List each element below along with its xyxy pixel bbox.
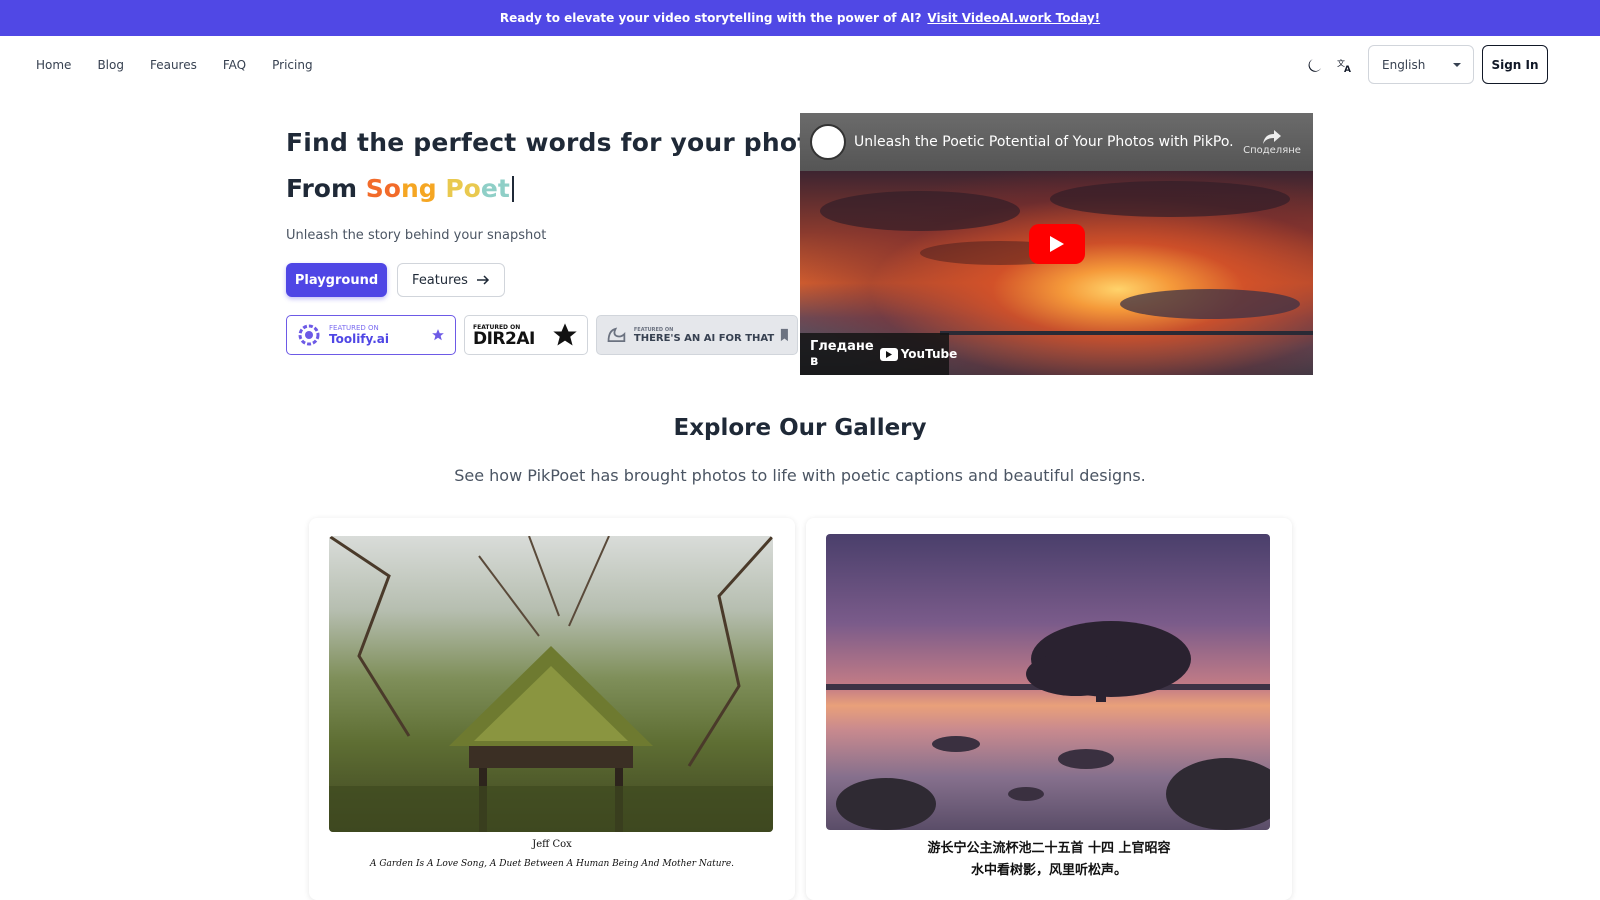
card-author: 游长宁公主流杯池二十五首 十四 上官昭容 bbox=[927, 841, 1171, 856]
language-select[interactable]: English bbox=[1368, 45, 1474, 84]
banner-link[interactable]: Visit VideoAI.work Today! bbox=[927, 11, 1100, 25]
toolify-badge-name: Toolify.ai bbox=[329, 332, 390, 346]
nav-pricing[interactable]: Pricing bbox=[272, 58, 312, 72]
nav-home[interactable]: Home bbox=[36, 58, 71, 72]
features-button[interactable]: Features bbox=[397, 263, 505, 297]
hero-highlight-part: So bbox=[365, 174, 401, 203]
gallery-title: Explore Our Gallery bbox=[673, 415, 927, 441]
youtube-wordmark: YouTube bbox=[900, 347, 958, 361]
youtube-logo-icon: YouTube bbox=[879, 347, 958, 361]
dir2ai-badge[interactable]: FEATURED ON DIR2AI bbox=[464, 315, 588, 355]
toolify-logo-icon bbox=[298, 324, 320, 346]
card-caption: A Garden Is A Love Song, A Duet Between … bbox=[369, 859, 735, 869]
aift-badge-name: THERE'S AN AI FOR THAT bbox=[633, 332, 775, 344]
svg-text:A: A bbox=[1344, 65, 1351, 73]
card-caption: 水中看树影，风里听松声。 bbox=[970, 863, 1127, 878]
star-icon bbox=[553, 323, 577, 346]
moon-icon[interactable] bbox=[1304, 54, 1326, 76]
star-icon bbox=[432, 329, 444, 341]
card-author: Jeff Cox bbox=[532, 839, 572, 850]
gallery-photo-mangrove bbox=[826, 534, 1270, 830]
gallery-photo-pavilion bbox=[329, 536, 773, 832]
nav-features[interactable]: Feaures bbox=[150, 58, 197, 72]
nav-links: Home Blog Feaures FAQ Pricing bbox=[36, 36, 313, 94]
hero-highlight-part: et bbox=[480, 174, 510, 203]
hero-highlight-part: Po bbox=[436, 174, 481, 203]
hero-title: Find the perfect words for your photos bbox=[286, 128, 842, 157]
sign-in-button[interactable]: Sign In bbox=[1482, 45, 1548, 84]
play-button[interactable] bbox=[1029, 224, 1085, 264]
dir2ai-badge-name: DIR2AI bbox=[473, 328, 535, 349]
share-button[interactable]: Споделяне bbox=[1241, 129, 1303, 156]
share-icon bbox=[1263, 129, 1281, 144]
language-value: English bbox=[1382, 57, 1426, 72]
channel-avatar[interactable] bbox=[810, 124, 846, 160]
nav-blog[interactable]: Blog bbox=[97, 58, 124, 72]
playground-button[interactable]: Playground bbox=[286, 263, 387, 297]
chevron-down-icon bbox=[1453, 62, 1461, 67]
youtube-embed[interactable]: Unleash the Poetic Potential of Your Pho… bbox=[800, 113, 1313, 375]
gallery-subtitle: See how PikPoet has brought photos to li… bbox=[454, 466, 1146, 485]
hero-subtitle: From So ng Po et bbox=[286, 174, 514, 203]
typing-cursor bbox=[511, 175, 514, 202]
features-button-label: Features bbox=[412, 272, 468, 288]
arrow-right-icon bbox=[476, 275, 490, 285]
banner-text: Ready to elevate your video storytelling… bbox=[499, 11, 922, 25]
video-title[interactable]: Unleash the Poetic Potential of Your Pho… bbox=[854, 134, 1233, 150]
hero-highlight-part: ng bbox=[400, 174, 437, 203]
bookmark-icon bbox=[781, 328, 789, 342]
toolify-badge[interactable]: FEATURED ON Toolify.ai bbox=[286, 315, 456, 355]
nav-actions: 文 A English Sign In bbox=[1304, 45, 1548, 84]
translate-icon[interactable]: 文 A bbox=[1334, 54, 1356, 76]
nav-faq[interactable]: FAQ bbox=[223, 58, 246, 72]
share-label: Споделяне bbox=[1243, 144, 1301, 156]
video-header: Unleash the Poetic Potential of Your Pho… bbox=[800, 113, 1313, 171]
aift-logo-icon bbox=[607, 327, 626, 343]
gallery-card[interactable]: Jeff Cox A Garden Is A Love Song, A Duet… bbox=[309, 518, 795, 900]
gallery-card[interactable]: 游长宁公主流杯池二十五首 十四 上官昭容 水中看树影，风里听松声。 bbox=[806, 518, 1292, 900]
top-nav: Home Blog Feaures FAQ Pricing 文 A Englis… bbox=[0, 36, 1600, 94]
toolify-badge-small: FEATURED ON bbox=[329, 324, 379, 332]
hero-tagline: Unleash the story behind your snapshot bbox=[286, 228, 547, 243]
watch-on-label: Гледане в bbox=[810, 339, 874, 369]
play-icon bbox=[1050, 236, 1064, 252]
hero-from: From bbox=[286, 174, 358, 203]
theresanaiforthat-badge[interactable]: FEATURED ON THERE'S AN AI FOR THAT bbox=[596, 315, 798, 355]
top-banner: Ready to elevate your video storytelling… bbox=[0, 0, 1600, 36]
watch-on-youtube[interactable]: Гледане в YouTube bbox=[800, 333, 957, 375]
